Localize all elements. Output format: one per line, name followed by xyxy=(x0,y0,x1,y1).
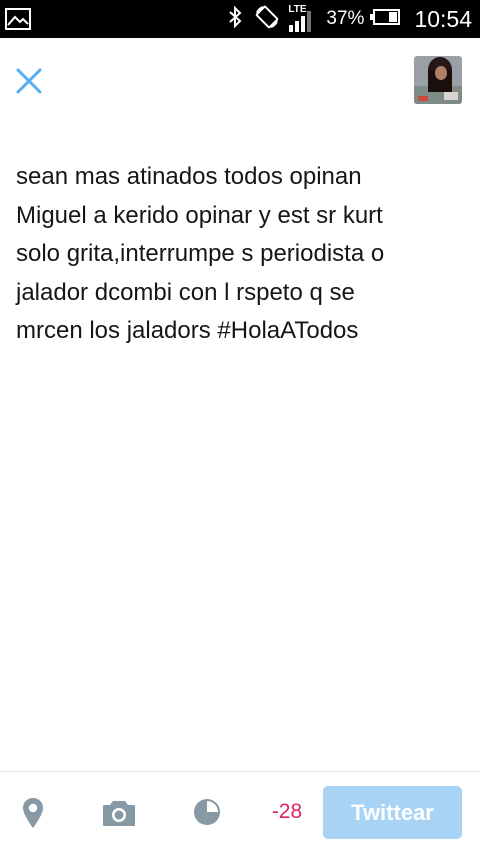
close-button[interactable] xyxy=(14,66,44,96)
cell-signal: LTE xyxy=(288,5,314,33)
gallery-notification-icon xyxy=(4,7,32,36)
character-counter: -28 xyxy=(271,800,303,823)
tweet-button[interactable]: Twittear xyxy=(323,786,462,839)
battery-percent: 37% xyxy=(326,8,365,29)
bluetooth-icon xyxy=(228,5,242,33)
compose-toolbar: -28 Twittear xyxy=(0,771,480,855)
status-bar: LTE 37% 10:54 xyxy=(0,0,480,38)
status-icons: LTE 37% 10:54 xyxy=(228,0,472,38)
signal-bars-icon xyxy=(288,9,314,38)
close-icon[interactable] xyxy=(14,66,44,96)
clock: 10:54 xyxy=(414,6,472,32)
tweet-text-input[interactable]: sean mas atinados todos opinan Miguel a … xyxy=(16,158,464,351)
camera-icon[interactable] xyxy=(102,799,136,832)
battery-icon xyxy=(370,8,401,30)
avatar[interactable] xyxy=(414,56,462,104)
screen-rotation-icon xyxy=(254,4,280,35)
poll-icon[interactable] xyxy=(193,798,221,831)
profile-photo xyxy=(414,56,462,104)
location-icon[interactable] xyxy=(22,797,44,834)
